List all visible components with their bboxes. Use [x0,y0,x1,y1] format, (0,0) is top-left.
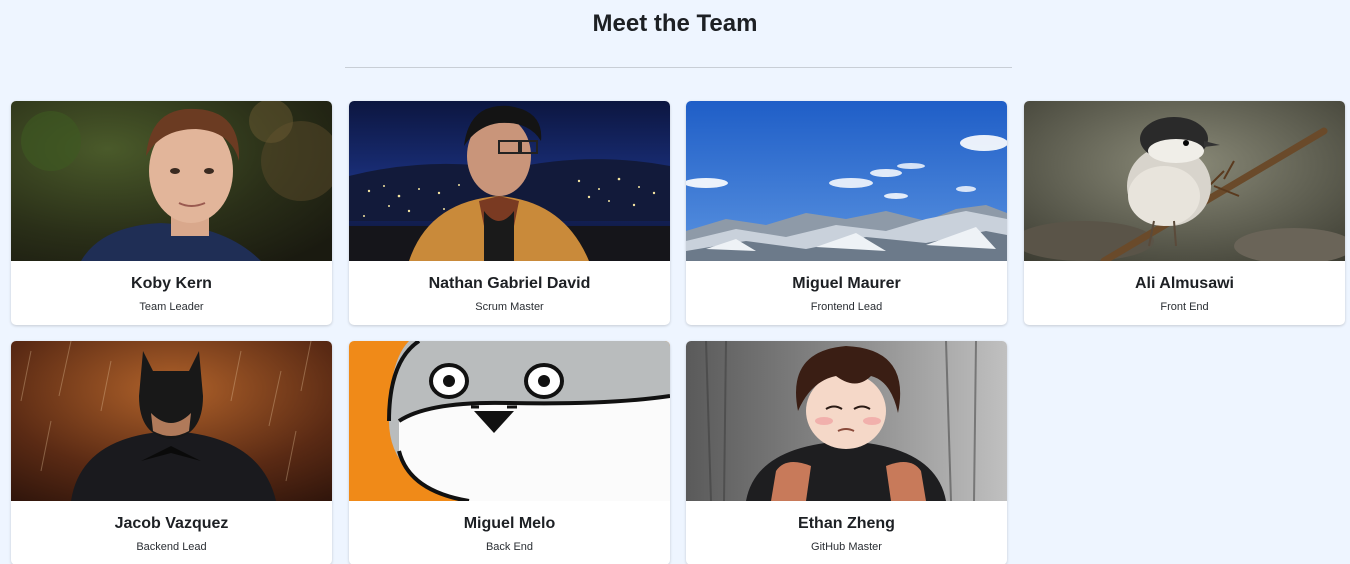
team-page: Meet the Team Koby Kern Team Leader Nath… [0,0,1350,564]
team-card: Nathan Gabriel David Scrum Master [349,101,670,325]
team-card: Ethan Zheng GitHub Master [686,341,1007,564]
member-role: GitHub Master [811,541,882,553]
page-title: Meet the Team [592,10,758,37]
night-city-portrait-photo [349,101,670,261]
portrait-photo [11,101,332,261]
member-role: Back End [485,541,534,553]
member-name: Ali Almusawi [1135,275,1234,292]
member-name: Miguel Melo [463,515,556,532]
title-divider [345,67,1012,68]
member-name: Nathan Gabriel David [428,275,591,292]
team-card: Ali Almusawi Front End [1024,101,1345,325]
anime-character-photo [686,341,1007,501]
team-card: Miguel Maurer Frontend Lead [686,101,1007,325]
cartoon-creature-photo [349,341,670,501]
member-name: Jacob Vazquez [114,515,229,532]
team-card: Koby Kern Team Leader [11,101,332,325]
member-name: Miguel Maurer [792,275,901,292]
member-role: Frontend Lead [810,301,883,313]
bird-photo [1024,101,1345,261]
batman-photo [11,341,332,501]
member-role: Team Leader [139,301,204,313]
team-card: Miguel Melo Back End [349,341,670,564]
team-card: Jacob Vazquez Backend Lead [11,341,332,564]
member-role: Scrum Master [475,301,544,313]
member-role: Front End [1160,301,1209,313]
member-name: Ethan Zheng [798,515,895,532]
member-role: Backend Lead [136,541,207,553]
mountain-landscape-photo [686,101,1007,261]
member-name: Koby Kern [131,275,212,292]
